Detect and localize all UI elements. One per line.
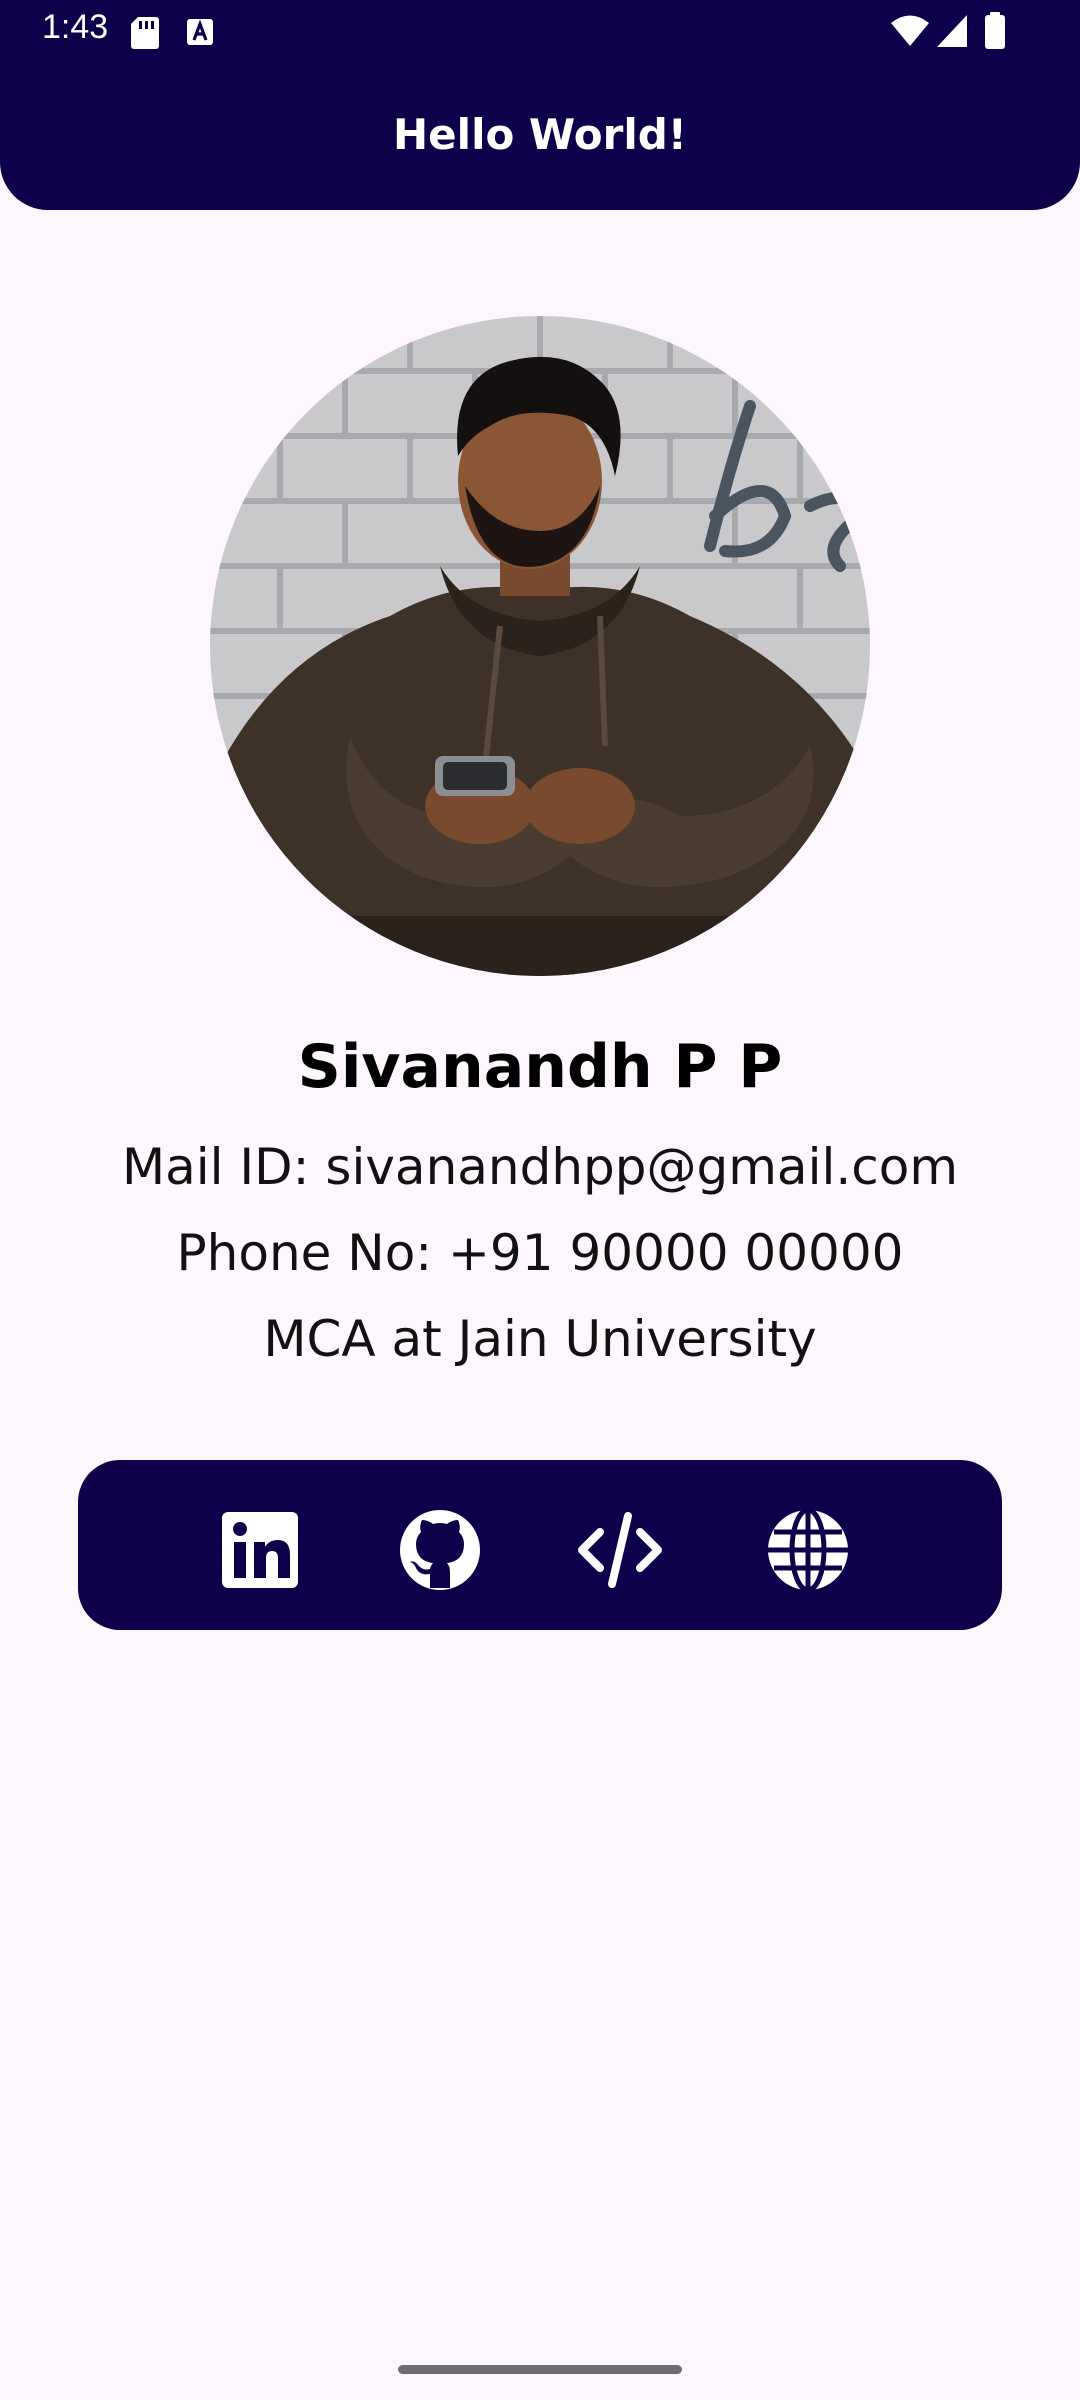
phone-number-text: Phone No: +91 90000 00000	[176, 1224, 904, 1282]
sd-card-icon	[131, 17, 159, 49]
code-button[interactable]	[578, 1508, 662, 1592]
status-bar: 1:43	[0, 0, 1080, 62]
linkedin-icon	[222, 1512, 298, 1588]
code-icon	[578, 1512, 662, 1588]
home-gesture-bar[interactable]	[398, 2365, 682, 2374]
education-text: MCA at Jain University	[263, 1310, 817, 1368]
mail-id-text: Mail ID: sivanandhpp@gmail.com	[121, 1138, 959, 1196]
website-button[interactable]	[766, 1507, 850, 1593]
status-time: 1:43	[42, 8, 109, 46]
cell-signal-icon	[937, 15, 967, 47]
profile-name: Sivanandh P P	[297, 1032, 783, 1102]
app-title: Hello World!	[393, 110, 687, 159]
linkedin-button[interactable]	[218, 1508, 302, 1592]
social-links-bar	[78, 1460, 1002, 1630]
battery-icon	[985, 12, 1005, 49]
keyboard-a-icon	[187, 19, 213, 45]
globe-icon	[768, 1507, 848, 1593]
profile-photo	[210, 316, 870, 976]
github-button[interactable]	[398, 1508, 482, 1592]
top-app-bar: Hello World!	[0, 62, 1080, 210]
wifi-icon	[891, 15, 929, 46]
github-icon	[400, 1510, 480, 1590]
